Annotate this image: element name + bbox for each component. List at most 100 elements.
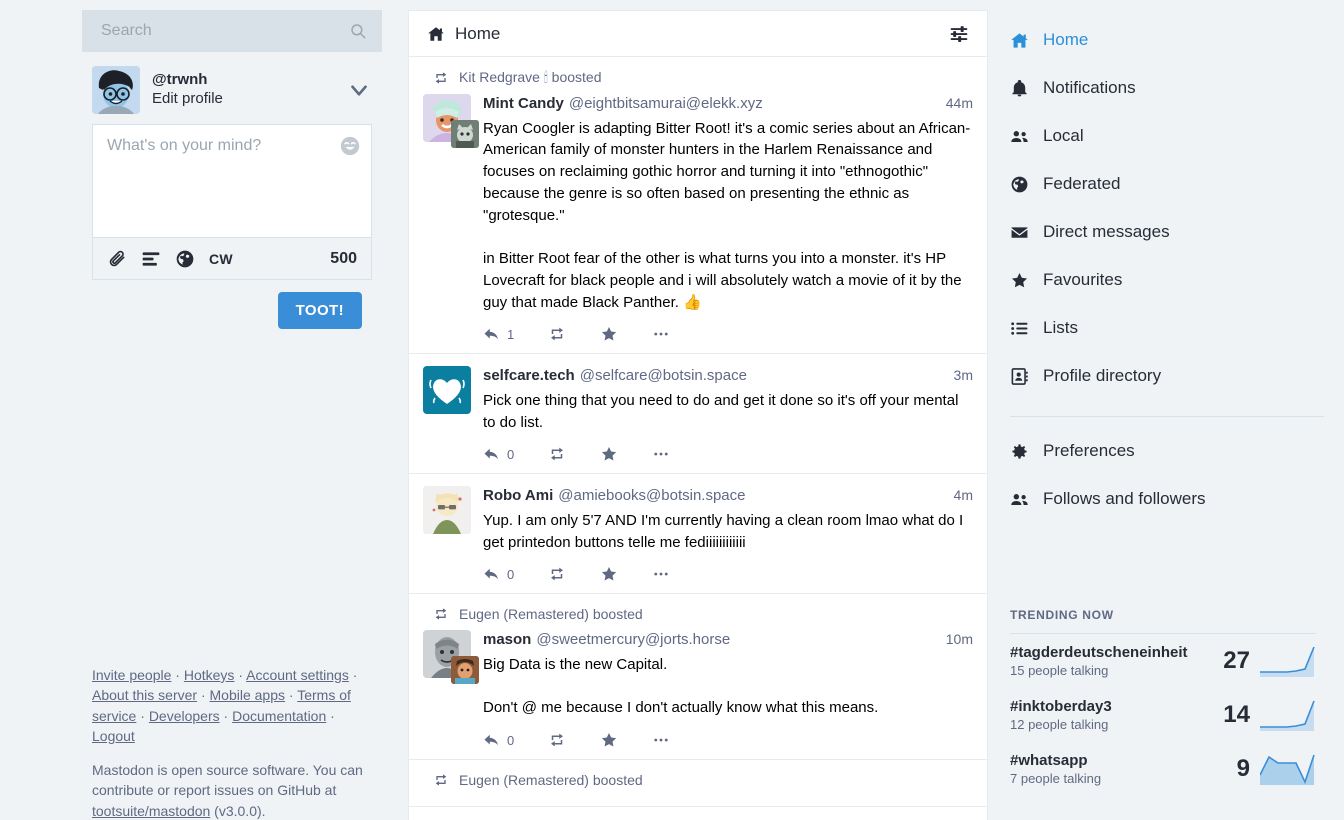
account-row[interactable]: @trwnh Edit profile bbox=[82, 52, 382, 124]
display-name[interactable]: Robo Ami bbox=[483, 486, 553, 506]
account-handle[interactable]: @sweetmercury@jorts.horse bbox=[536, 630, 730, 650]
account-handle: @trwnh bbox=[152, 71, 208, 89]
timestamp[interactable]: 10m bbox=[938, 630, 973, 648]
home-column: Home Kit Redgrave 🕯 boosted Mint Candy @… bbox=[408, 10, 988, 820]
search-icon[interactable] bbox=[349, 22, 367, 40]
content-warning-toggle[interactable]: CW bbox=[209, 251, 233, 267]
status-actions: 0 bbox=[483, 731, 973, 749]
boost-label: Eugen (Remastered) boosted bbox=[459, 772, 643, 788]
favourite-button[interactable] bbox=[600, 731, 618, 749]
display-name[interactable]: Mint Candy bbox=[483, 94, 564, 114]
display-name[interactable]: mason bbox=[483, 630, 531, 650]
footer-link-logout[interactable]: Logout bbox=[92, 728, 135, 744]
hashtag-label[interactable]: #whatsapp bbox=[1010, 752, 1208, 769]
reply-button[interactable]: 0 bbox=[483, 565, 514, 583]
mastodon-app: @trwnh Edit profile What's on your mind? bbox=[0, 0, 1344, 820]
status-item[interactable]: Eugen (Remastered) boosted bbox=[409, 760, 987, 807]
boost-button[interactable] bbox=[548, 445, 566, 463]
footer-link-developers[interactable]: Developers bbox=[149, 708, 220, 724]
sidebar-item-profile-directory[interactable]: Profile directory bbox=[1002, 352, 1324, 400]
search-input[interactable] bbox=[83, 11, 381, 51]
blurb-repo-link[interactable]: tootsuite/mastodon bbox=[92, 803, 210, 819]
avatar-cell[interactable] bbox=[423, 630, 479, 685]
compose-textarea[interactable]: What's on your mind? bbox=[93, 125, 371, 237]
sliders-icon[interactable] bbox=[949, 24, 969, 44]
footer-link-invite-people[interactable]: Invite people bbox=[92, 667, 171, 683]
reply-icon bbox=[483, 445, 501, 463]
emoji-smile-icon[interactable] bbox=[339, 135, 361, 157]
sidebar-item-home[interactable]: Home bbox=[1002, 16, 1324, 64]
poll-icon[interactable] bbox=[141, 249, 161, 269]
edit-profile-link[interactable]: Edit profile bbox=[152, 90, 334, 109]
sidebar-item-favourites[interactable]: Favourites bbox=[1002, 256, 1324, 304]
status-main: Robo Ami @amiebooks@botsin.space 4m Yup.… bbox=[423, 486, 973, 583]
trending-item[interactable]: #tagderdeutscheneinheit 15 people talkin… bbox=[1002, 634, 1324, 688]
reply-count: 1 bbox=[507, 326, 515, 342]
reply-button[interactable]: 0 bbox=[483, 731, 514, 749]
sidebar-item-label: Local bbox=[1043, 126, 1084, 145]
sidebar-item-lists[interactable]: Lists bbox=[1002, 304, 1324, 352]
paperclip-icon[interactable] bbox=[107, 249, 127, 269]
reply-button[interactable]: 0 bbox=[483, 445, 514, 463]
trending-item[interactable]: #whatsapp 7 people talking 9 bbox=[1002, 742, 1324, 796]
footer-link-account-settings[interactable]: Account settings bbox=[246, 667, 349, 683]
boost-icon bbox=[433, 606, 449, 622]
status-body: selfcare.tech @selfcare@botsin.space 3m … bbox=[483, 366, 973, 463]
status-item[interactable]: Robo Ami @amiebooks@botsin.space 4m Yup.… bbox=[409, 474, 987, 595]
sidebar-item-notifications[interactable]: Notifications bbox=[1002, 64, 1324, 112]
hashtag-label[interactable]: #tagderdeutscheneinheit bbox=[1010, 644, 1208, 661]
favourite-button[interactable] bbox=[600, 445, 618, 463]
status-content: Pick one thing that you need to do and g… bbox=[483, 391, 963, 431]
boost-button[interactable] bbox=[548, 565, 566, 583]
avatar[interactable] bbox=[92, 66, 140, 114]
status-item[interactable]: Eugen (Remastered) boosted bbox=[409, 594, 987, 760]
globe-icon[interactable] bbox=[175, 249, 195, 269]
toot-button[interactable]: TOOT! bbox=[277, 292, 362, 329]
search-box[interactable] bbox=[82, 10, 382, 52]
sidebar-item-follows-and-followers[interactable]: Follows and followers bbox=[1002, 475, 1324, 523]
boosted-by-avatar[interactable] bbox=[451, 120, 479, 148]
sidebar-item-direct-messages[interactable]: Direct messages bbox=[1002, 208, 1324, 256]
more-button[interactable] bbox=[652, 325, 670, 343]
favourite-button[interactable] bbox=[600, 325, 618, 343]
avatar[interactable] bbox=[423, 366, 471, 415]
more-icon bbox=[652, 731, 670, 749]
status-item[interactable]: selfcare.tech @selfcare@botsin.space 3m … bbox=[409, 354, 987, 475]
account-handle[interactable]: @selfcare@botsin.space bbox=[580, 366, 747, 386]
more-button[interactable] bbox=[652, 565, 670, 583]
trending-item[interactable]: #inktoberday3 12 people talking 14 bbox=[1002, 688, 1324, 742]
footer-link-about-this-server[interactable]: About this server bbox=[92, 687, 197, 703]
more-button[interactable] bbox=[652, 445, 670, 463]
sidebar-item-preferences[interactable]: Preferences bbox=[1002, 427, 1324, 475]
timestamp[interactable]: 4m bbox=[946, 486, 973, 504]
avatar-cell[interactable] bbox=[423, 486, 471, 535]
status-item[interactable]: Kit Redgrave 🕯 boosted Mint Candy @eight… bbox=[409, 57, 987, 355]
reply-button[interactable]: 1 bbox=[483, 325, 514, 343]
footer-link-documentation[interactable]: Documentation bbox=[232, 708, 326, 724]
favourite-button[interactable] bbox=[600, 565, 618, 583]
chevron-down-icon[interactable] bbox=[346, 77, 372, 103]
column-header[interactable]: Home bbox=[409, 11, 987, 57]
sidebar-item-local[interactable]: Local bbox=[1002, 112, 1324, 160]
more-button[interactable] bbox=[652, 731, 670, 749]
status-list[interactable]: Kit Redgrave 🕯 boosted Mint Candy @eight… bbox=[409, 57, 987, 820]
boost-button[interactable] bbox=[548, 325, 566, 343]
account-handle[interactable]: @amiebooks@botsin.space bbox=[558, 486, 745, 506]
page-title: Home bbox=[455, 23, 501, 43]
sidebar-item-federated[interactable]: Federated bbox=[1002, 160, 1324, 208]
timestamp[interactable]: 44m bbox=[938, 94, 973, 112]
boost-button[interactable] bbox=[548, 731, 566, 749]
character-counter: 500 bbox=[330, 249, 357, 267]
avatar-cell[interactable] bbox=[423, 94, 479, 148]
account-handle[interactable]: @eightbitsamurai@elekk.xyz bbox=[569, 94, 763, 114]
hashtag-label[interactable]: #inktoberday3 bbox=[1010, 698, 1208, 715]
avatar[interactable] bbox=[423, 486, 471, 535]
boost-icon bbox=[433, 70, 449, 86]
display-name[interactable]: selfcare.tech bbox=[483, 366, 575, 386]
avatar-cell[interactable] bbox=[423, 366, 471, 415]
boosted-by-avatar[interactable] bbox=[451, 656, 479, 685]
footer-link-mobile-apps[interactable]: Mobile apps bbox=[210, 687, 286, 703]
status-content: Big Data is the new Capital. Don't @ me … bbox=[483, 655, 879, 717]
footer-link-hotkeys[interactable]: Hotkeys bbox=[184, 667, 235, 683]
timestamp[interactable]: 3m bbox=[946, 366, 973, 384]
